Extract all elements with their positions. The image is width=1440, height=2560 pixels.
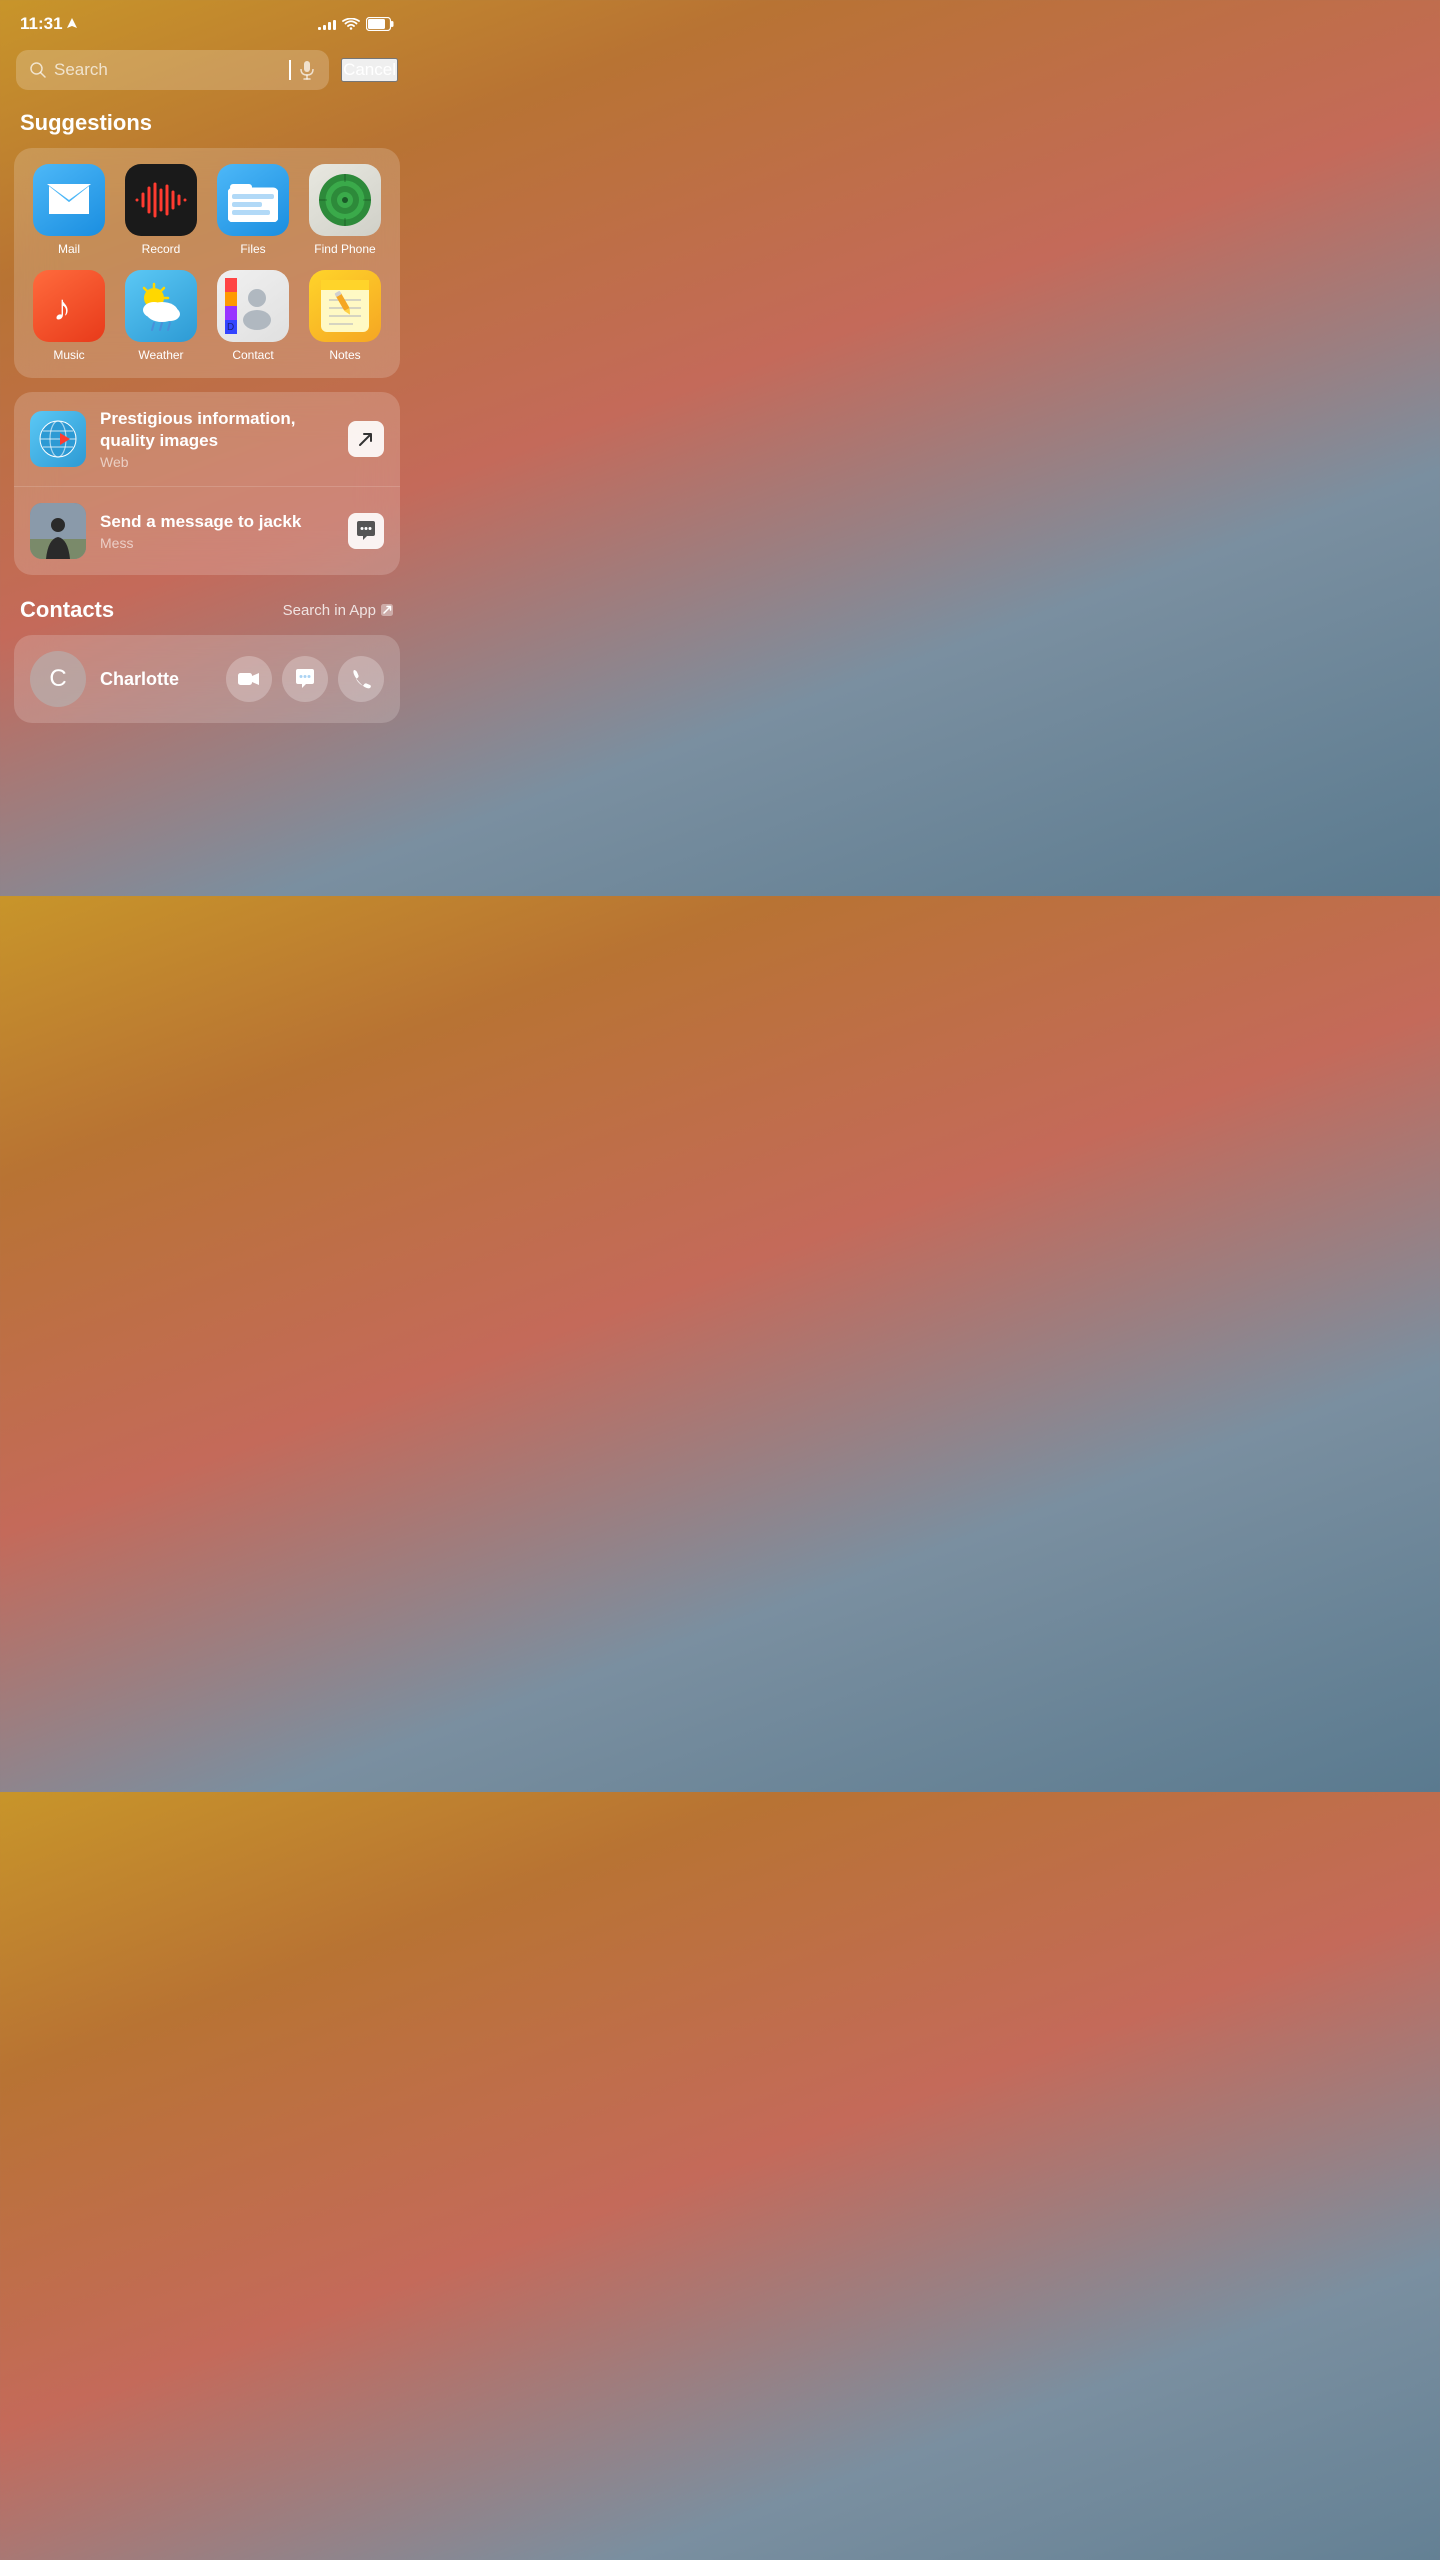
web-suggestion-item[interactable]: Prestigious information, quality images …	[14, 392, 400, 486]
web-suggestion-subtitle: Web	[100, 454, 334, 470]
app-item-notes[interactable]: Notes	[306, 270, 384, 362]
weather-label: Weather	[138, 348, 183, 362]
notes-icon	[309, 270, 381, 342]
files-icon	[217, 164, 289, 236]
svg-text:D: D	[227, 322, 234, 333]
record-label: Record	[142, 242, 181, 256]
phone-call-button[interactable]	[338, 656, 384, 702]
contact-icon: D	[217, 270, 289, 342]
contact-label: Contact	[232, 348, 273, 362]
video-call-button[interactable]	[226, 656, 272, 702]
location-icon	[67, 18, 77, 31]
message-button[interactable]	[282, 656, 328, 702]
app-suggestions-card: Mail Record	[14, 148, 400, 378]
person-thumb	[30, 503, 86, 559]
mail-label: Mail	[58, 242, 80, 256]
findphone-icon	[309, 164, 381, 236]
contact-avatar: C	[30, 651, 86, 707]
findphone-label: Find Phone	[314, 242, 375, 256]
notes-label: Notes	[329, 348, 360, 362]
contact-name: Charlotte	[100, 669, 212, 690]
svg-text:♪: ♪	[53, 287, 71, 328]
search-in-app-button[interactable]: Search in App	[283, 602, 394, 619]
app-item-record[interactable]: Record	[122, 164, 200, 256]
message-suggestion-text: Send a message to jackk Mess	[100, 511, 334, 551]
search-placeholder: Search	[54, 60, 287, 80]
mail-icon	[33, 164, 105, 236]
signal-bars	[318, 18, 336, 30]
app-item-music[interactable]: ♪ Music	[30, 270, 108, 362]
suggestion-items-card: Prestigious information, quality images …	[14, 392, 400, 575]
app-item-mail[interactable]: Mail	[30, 164, 108, 256]
search-icon	[30, 62, 46, 78]
web-action-button[interactable]	[348, 421, 384, 457]
cancel-button[interactable]: Cancel	[341, 58, 398, 82]
record-icon	[125, 164, 197, 236]
search-cursor	[289, 60, 291, 80]
weather-icon	[125, 270, 197, 342]
battery-icon	[366, 17, 394, 31]
contacts-header: Contacts Search in App	[0, 589, 414, 635]
message-suggestion-item[interactable]: Send a message to jackk Mess	[14, 486, 400, 575]
app-grid: Mail Record	[30, 164, 384, 362]
app-item-contact[interactable]: D Contact	[214, 270, 292, 362]
contact-actions	[226, 656, 384, 702]
contacts-title: Contacts	[20, 597, 114, 623]
wifi-icon	[342, 18, 360, 31]
contact-row: C Charlotte	[30, 651, 384, 707]
microphone-icon[interactable]	[299, 60, 315, 80]
search-in-app-label: Search in App	[283, 602, 376, 619]
message-action-button[interactable]	[348, 513, 384, 549]
contact-card: C Charlotte	[14, 635, 400, 723]
message-suggestion-title: Send a message to jackk	[100, 511, 334, 533]
files-label: Files	[240, 242, 265, 256]
contact-initial: C	[49, 665, 66, 693]
message-suggestion-subtitle: Mess	[100, 535, 334, 551]
app-item-weather[interactable]: Weather	[122, 270, 200, 362]
app-item-findphone[interactable]: Find Phone	[306, 164, 384, 256]
status-bar: 11:31	[0, 0, 414, 42]
web-suggestion-text: Prestigious information, quality images …	[100, 408, 334, 470]
search-bar[interactable]: Search	[16, 50, 329, 90]
time-display: 11:31	[20, 14, 63, 34]
suggestions-title: Suggestions	[0, 102, 414, 148]
app-item-files[interactable]: Files	[214, 164, 292, 256]
music-icon: ♪	[33, 270, 105, 342]
search-container: Search Cancel	[0, 42, 414, 102]
web-suggestion-title: Prestigious information, quality images	[100, 408, 334, 452]
status-icons	[318, 17, 394, 31]
status-time: 11:31	[20, 14, 77, 34]
music-label: Music	[53, 348, 84, 362]
web-thumb	[30, 411, 86, 467]
